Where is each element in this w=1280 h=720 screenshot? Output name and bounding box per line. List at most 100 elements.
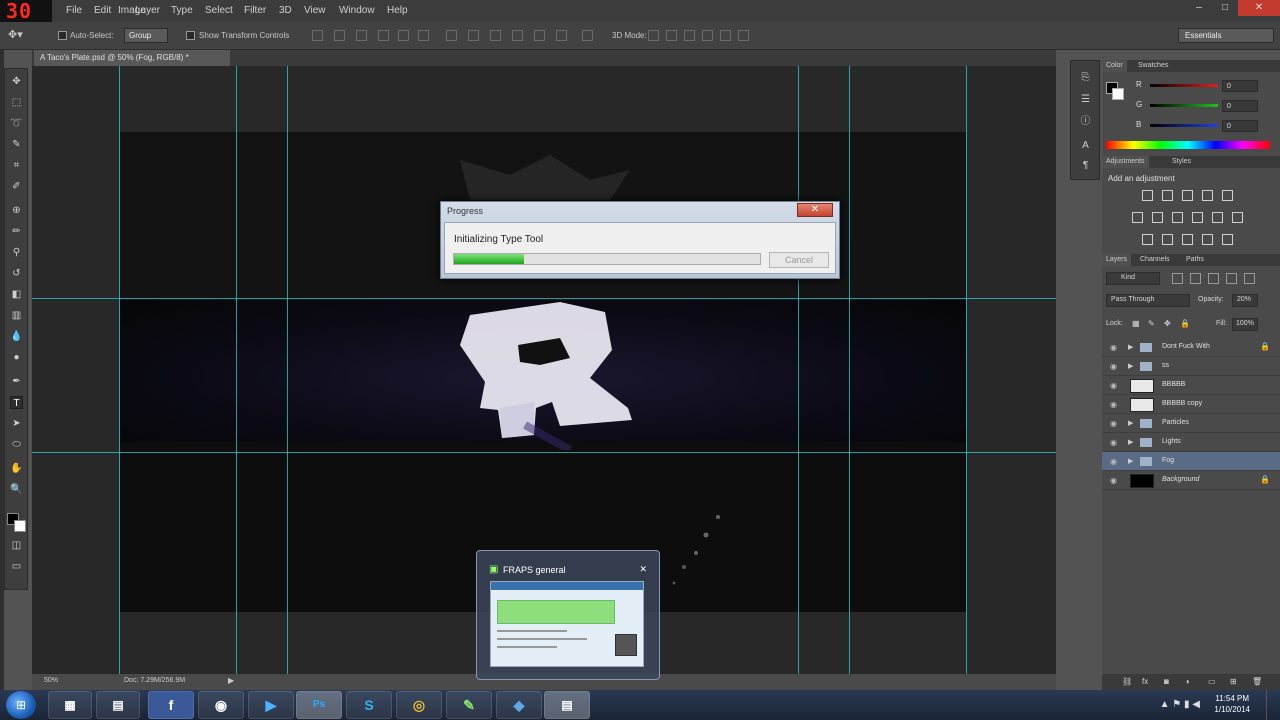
visibility-eye-icon[interactable]: ◉ [1110, 476, 1117, 485]
menu-file[interactable]: File [66, 5, 82, 16]
menu-3d[interactable]: 3D [279, 5, 292, 16]
align-top-icon[interactable] [312, 30, 323, 41]
tray-network-icon[interactable]: ▮ [1184, 699, 1190, 710]
invert-adjust-icon[interactable] [1142, 234, 1153, 245]
fraps-taskbar-thumbnail[interactable]: ▣ FRAPS general ✕ [476, 550, 660, 680]
dodge-tool-icon[interactable]: ● [10, 351, 23, 364]
fraps-thumbnail-close-icon[interactable]: ✕ [639, 564, 647, 575]
auto-select-dropdown[interactable]: Group [124, 28, 168, 43]
taskbar-item-skype[interactable]: S [346, 691, 392, 719]
menu-window[interactable]: Window [339, 5, 375, 16]
crop-tool-icon[interactable]: ⌗ [10, 159, 23, 172]
paragraph-panel-icon[interactable]: ¶ [1079, 159, 1092, 172]
layer-style-icon[interactable]: fx [1142, 677, 1148, 686]
3d-scale-icon[interactable] [720, 30, 731, 41]
document-tab[interactable]: A Taco's Plate.psd @ 50% (Fog, RGB/8) * [34, 50, 230, 66]
taskbar-item-photoshop[interactable]: Ps [296, 691, 342, 719]
show-desktop-button[interactable] [1266, 690, 1280, 720]
filter-smart-object-icon[interactable] [1244, 273, 1255, 284]
guide-vertical[interactable] [798, 66, 799, 674]
black-white-adjust-icon[interactable] [1172, 212, 1183, 223]
taskbar-clock[interactable]: 11:54 PM 1/10/2014 [1214, 693, 1250, 715]
menu-type[interactable]: Type [171, 5, 193, 16]
3d-rotate-icon[interactable] [648, 30, 659, 41]
tab-layers[interactable]: Layers [1102, 254, 1132, 266]
r-slider-track[interactable] [1150, 84, 1218, 87]
guide-vertical[interactable] [287, 66, 288, 674]
show-transform-checkbox[interactable] [186, 31, 195, 40]
taskbar-item-media-player[interactable]: ◉ [198, 691, 244, 719]
filter-type-icon[interactable] [1208, 273, 1219, 284]
healing-tool-icon[interactable]: ⊕ [10, 204, 23, 217]
visibility-eye-icon[interactable]: ◉ [1110, 362, 1117, 371]
taskbar-item-fraps[interactable]: ▤ [544, 691, 590, 719]
blend-mode-dropdown[interactable]: Pass Through [1106, 294, 1190, 307]
tab-color[interactable]: Color [1102, 60, 1127, 72]
photo-filter-adjust-icon[interactable] [1192, 212, 1203, 223]
guide-vertical[interactable] [849, 66, 850, 674]
menu-select[interactable]: Select [205, 5, 233, 16]
color-balance-adjust-icon[interactable] [1152, 212, 1163, 223]
tray-volume-icon[interactable]: ◀ [1192, 699, 1200, 710]
expand-triangle-icon[interactable]: ▶ [1128, 438, 1133, 446]
3d-slide-icon[interactable] [702, 30, 713, 41]
expand-triangle-icon[interactable]: ▶ [1128, 362, 1133, 370]
menu-help[interactable]: Help [387, 5, 408, 16]
hue-saturation-adjust-icon[interactable] [1132, 212, 1143, 223]
filter-pixel-icon[interactable] [1172, 273, 1183, 284]
guide-vertical[interactable] [236, 66, 237, 674]
close-button[interactable]: ✕ [1238, 0, 1280, 16]
distribute-hcenter-icon[interactable] [534, 30, 545, 41]
tab-swatches[interactable]: Swatches [1138, 62, 1168, 69]
filter-adjustment-icon[interactable] [1190, 273, 1201, 284]
3d-roll-icon[interactable] [666, 30, 677, 41]
brightness-adjust-icon[interactable] [1142, 190, 1153, 201]
guide-horizontal[interactable] [32, 452, 1056, 453]
layer-mask-icon[interactable]: ◙ [1164, 677, 1169, 686]
channel-mixer-adjust-icon[interactable] [1212, 212, 1223, 223]
guide-horizontal[interactable] [32, 298, 1056, 299]
clone-stamp-tool-icon[interactable]: ⚲ [10, 246, 23, 259]
zoom-level[interactable]: 50% [44, 677, 58, 684]
b-slider-track[interactable] [1150, 124, 1218, 127]
eyedropper-tool-icon[interactable]: ✐ [10, 180, 23, 193]
quick-select-tool-icon[interactable]: ✎ [10, 138, 23, 151]
screen-mode-icon[interactable]: ▭ [10, 560, 23, 573]
lasso-tool-icon[interactable]: ➰ [10, 117, 23, 130]
shape-tool-icon[interactable]: ⬭ [10, 438, 23, 451]
layer-row[interactable]: ◉ ▶ ss [1102, 357, 1280, 376]
move-tool-preset-icon[interactable]: ✥▾ [8, 28, 23, 41]
brush-tool-icon[interactable]: ✏ [10, 225, 23, 238]
visibility-eye-icon[interactable]: ◉ [1110, 419, 1117, 428]
distribute-right-icon[interactable] [556, 30, 567, 41]
workspace-dropdown[interactable]: Essentials [1178, 28, 1274, 43]
menu-view[interactable]: View [304, 5, 326, 16]
color-background-swatch[interactable] [1112, 88, 1124, 100]
layer-row[interactable]: ◉ ▶ Particles [1102, 414, 1280, 433]
taskbar-item-explorer[interactable]: ▤ [96, 691, 140, 719]
layer-row[interactable]: ◉ BBBBB copy [1102, 395, 1280, 414]
menu-edit[interactable]: Edit [94, 5, 111, 16]
curves-adjust-icon[interactable] [1182, 190, 1193, 201]
link-layers-icon[interactable]: ⛓ [1122, 677, 1132, 686]
expand-triangle-icon[interactable]: ▶ [1128, 457, 1133, 465]
layer-row[interactable]: ◉ ▶ Dont Fuck With 🔒 [1102, 338, 1280, 357]
start-button[interactable]: ⊞ [6, 691, 36, 719]
color-lookup-adjust-icon[interactable] [1232, 212, 1243, 223]
quick-mask-icon[interactable]: ◫ [10, 539, 23, 552]
visibility-eye-icon[interactable]: ◉ [1110, 400, 1117, 409]
taskbar-item-explorer[interactable]: ▦ [48, 691, 92, 719]
history-brush-tool-icon[interactable]: ↺ [10, 267, 23, 280]
opacity-field[interactable]: 20% [1232, 294, 1258, 307]
taskbar-item-app[interactable]: ◆ [496, 691, 542, 719]
layer-row[interactable]: ◉ BBBBB [1102, 376, 1280, 395]
character-panel-icon[interactable]: A [1079, 139, 1092, 152]
visibility-eye-icon[interactable]: ◉ [1110, 457, 1117, 466]
menu-layer[interactable]: Layer [135, 5, 160, 16]
filter-shape-icon[interactable] [1226, 273, 1237, 284]
visibility-eye-icon[interactable]: ◉ [1110, 438, 1117, 447]
taskbar-item-media[interactable]: ▶ [248, 691, 294, 719]
layer-row[interactable]: ◉ Background 🔒 [1102, 471, 1280, 490]
align-right-icon[interactable] [418, 30, 429, 41]
adjustment-layer-icon[interactable]: ◐ [1186, 677, 1191, 686]
